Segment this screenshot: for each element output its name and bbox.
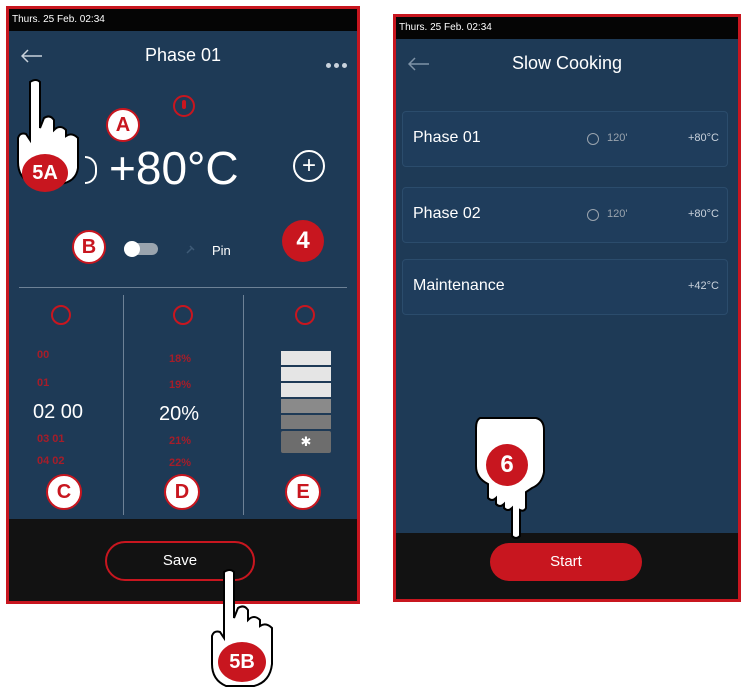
- page-title: Slow Cooking: [511, 53, 623, 73]
- phase-temp: +42°C: [687, 280, 719, 292]
- step-marker: 5B: [218, 642, 266, 682]
- phase-name: Phase 01: [413, 129, 481, 146]
- humidity-option[interactable]: 21%: [169, 435, 191, 447]
- clock-icon: [587, 209, 599, 221]
- pin-toggle[interactable]: [124, 241, 158, 257]
- plus-button[interactable]: +: [293, 150, 325, 182]
- fan-level[interactable]: [281, 383, 331, 397]
- time-option[interactable]: 00: [37, 349, 49, 361]
- step-marker: 5A: [22, 154, 68, 192]
- fan-level[interactable]: [281, 399, 331, 413]
- phase-temp: +80°C: [687, 208, 719, 220]
- annotation-marker: D: [164, 474, 200, 510]
- phase-temp: +80°C: [687, 132, 719, 144]
- fan-level[interactable]: [281, 351, 331, 365]
- fan-level[interactable]: [281, 415, 331, 429]
- temperature-value[interactable]: +80°C: [109, 141, 239, 195]
- phase-row[interactable]: Phase 01 120' +80°C: [402, 111, 728, 167]
- phase-row[interactable]: Maintenance +42°C: [402, 259, 728, 315]
- pin-label: Pin: [212, 243, 231, 258]
- annotation-marker: E: [285, 474, 321, 510]
- header: Phase 01: [9, 31, 357, 83]
- humidity-option[interactable]: 19%: [169, 379, 191, 391]
- thermometer-icon: [173, 95, 195, 117]
- time-option[interactable]: 04 02: [37, 455, 65, 467]
- humidity-option[interactable]: 22%: [169, 457, 191, 469]
- time-value[interactable]: 02 00: [33, 401, 83, 424]
- pin-icon: [186, 245, 195, 254]
- bottom-bar: Save: [9, 519, 357, 601]
- phase-name: Phase 02: [413, 205, 481, 222]
- start-button[interactable]: Start: [490, 543, 642, 581]
- humidity-value[interactable]: 20%: [159, 403, 199, 426]
- phase-time: 120': [607, 132, 628, 144]
- annotation-marker: C: [46, 474, 82, 510]
- header: Slow Cooking: [396, 39, 738, 91]
- divider: [19, 287, 347, 288]
- status-bar: Thurs. 25 Feb. 02:34: [396, 17, 738, 39]
- clock-icon: [51, 305, 71, 325]
- fan-icon: [295, 305, 315, 325]
- program-screen: Thurs. 25 Feb. 02:34 Slow Cooking Phase …: [393, 14, 741, 602]
- divider: [243, 295, 244, 515]
- bottom-bar: Start: [396, 533, 738, 599]
- divider: [123, 295, 124, 515]
- step-marker: 6: [486, 444, 528, 486]
- fan-button[interactable]: ✱: [281, 431, 331, 453]
- phase-name: Maintenance: [413, 277, 505, 294]
- humidity-icon: [173, 305, 193, 325]
- status-bar: Thurs. 25 Feb. 02:34: [9, 9, 357, 31]
- page-title: Phase 01: [144, 45, 222, 65]
- annotation-marker: B: [72, 230, 106, 264]
- step-marker: 4: [282, 220, 324, 262]
- fan-speed-bar[interactable]: ✱: [281, 351, 331, 453]
- phase-time: 120': [607, 208, 628, 220]
- phase-row[interactable]: Phase 02 120' +80°C: [402, 187, 728, 243]
- more-options-icon[interactable]: [323, 55, 347, 73]
- clock-icon: [587, 133, 599, 145]
- humidity-option[interactable]: 18%: [169, 353, 191, 365]
- time-option[interactable]: 03 01: [37, 433, 65, 445]
- fan-level[interactable]: [281, 367, 331, 381]
- time-option[interactable]: 01: [37, 377, 49, 389]
- annotation-marker: A: [106, 108, 140, 142]
